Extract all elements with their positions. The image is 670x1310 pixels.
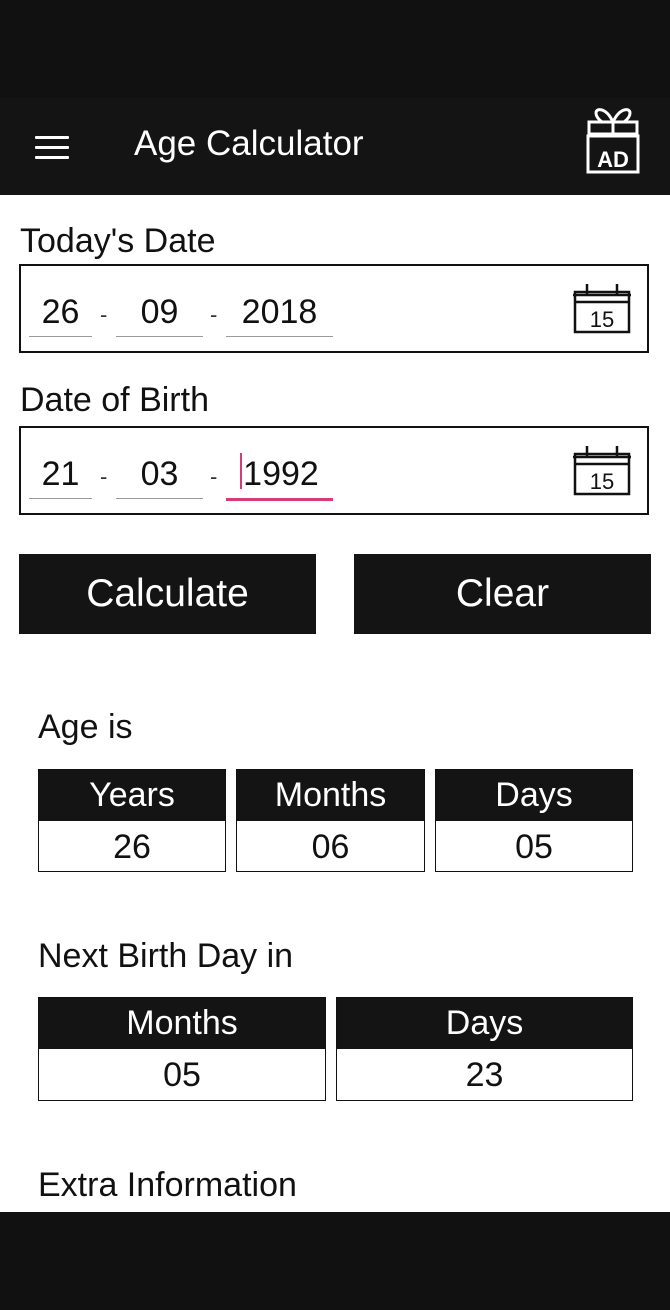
date-of-birth-box: 21 - 03 - 1992 15 [19,426,649,515]
gift-ad-icon[interactable]: AD [580,106,646,178]
age-days-box: Days 05 [435,769,633,872]
next-days-header: Days [337,998,632,1049]
svg-text:AD: AD [597,147,629,172]
text-cursor [240,453,243,489]
age-months-box: Months 06 [236,769,425,872]
todays-date-label: Today's Date [20,222,216,260]
navigation-bar [0,1212,670,1310]
app-bar: Age Calculator AD [0,98,670,195]
calendar-icon[interactable]: 15 [571,442,633,500]
calendar-icon[interactable]: 15 [571,280,633,338]
months-header: Months [237,770,424,821]
status-bar [0,0,670,98]
birth-month-field[interactable]: 03 [116,452,203,499]
age-years-box: Years 26 [38,769,226,872]
years-header: Years [39,770,225,821]
next-months-header: Months [39,998,325,1049]
next-birthday-days-box: Days 23 [336,997,633,1101]
date-separator: - [210,302,218,327]
todays-year-field[interactable]: 2018 [226,290,333,337]
todays-month-field[interactable]: 09 [116,290,203,337]
svg-text:15: 15 [590,307,614,332]
next-birthday-label: Next Birth Day in [38,937,294,975]
birth-year-value: 1992 [243,455,319,493]
date-separator: - [100,302,108,327]
todays-date-box: 26 - 09 - 2018 15 [19,264,649,353]
date-separator: - [210,464,218,489]
hamburger-menu-icon[interactable] [28,128,74,166]
todays-day-field[interactable]: 26 [29,290,92,337]
birth-year-field[interactable]: 1992 [226,452,333,501]
next-months-value: 05 [163,1056,201,1094]
clear-button[interactable]: Clear [354,554,651,634]
date-separator: - [100,464,108,489]
date-of-birth-label: Date of Birth [20,381,209,419]
svg-text:15: 15 [590,469,614,494]
extra-information-label: Extra Information [38,1166,297,1204]
app-title: Age Calculator [134,124,364,163]
months-value: 06 [311,828,350,866]
next-days-value: 23 [465,1056,504,1094]
days-header: Days [436,770,632,821]
days-value: 05 [515,828,553,866]
birth-day-field[interactable]: 21 [29,452,92,499]
next-birthday-months-box: Months 05 [38,997,326,1101]
calculate-button[interactable]: Calculate [19,554,316,634]
years-value: 26 [113,828,151,866]
age-label: Age is [38,708,133,746]
